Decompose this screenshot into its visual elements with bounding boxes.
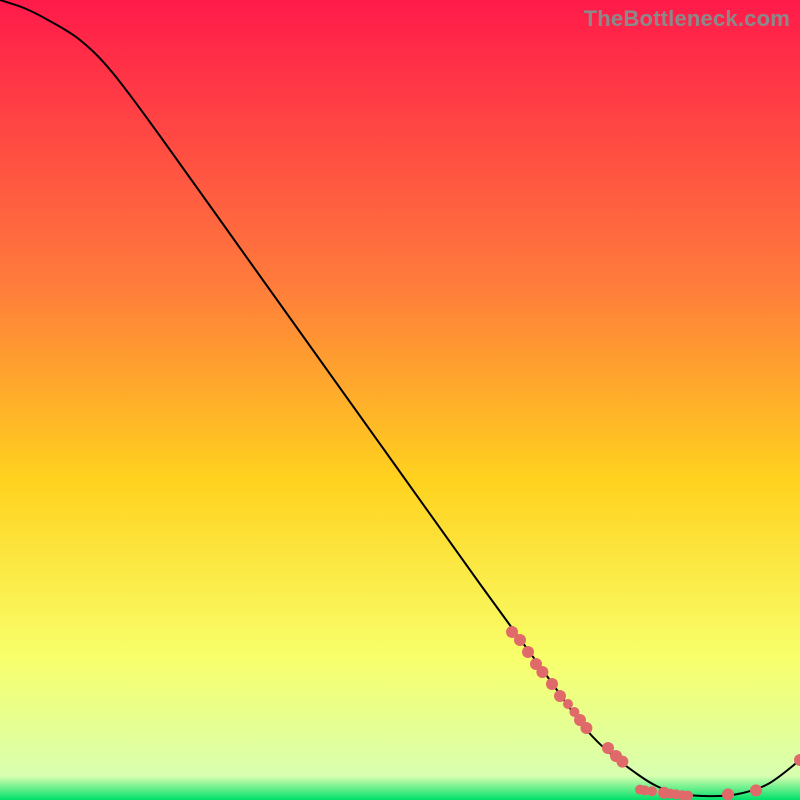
chart-canvas <box>0 0 800 800</box>
curve-marker <box>563 699 573 709</box>
chart-svg <box>0 0 800 800</box>
curve-marker <box>616 756 628 768</box>
curve-marker <box>514 634 526 646</box>
watermark-text: TheBottleneck.com <box>584 6 790 32</box>
curve-marker <box>522 646 534 658</box>
curve-marker <box>647 786 657 796</box>
curve-marker <box>750 784 762 796</box>
curve-marker <box>722 788 734 800</box>
chart-background <box>0 0 800 800</box>
curve-marker <box>580 722 592 734</box>
curve-marker <box>536 666 548 678</box>
curve-marker <box>554 690 566 702</box>
curve-marker <box>546 678 558 690</box>
